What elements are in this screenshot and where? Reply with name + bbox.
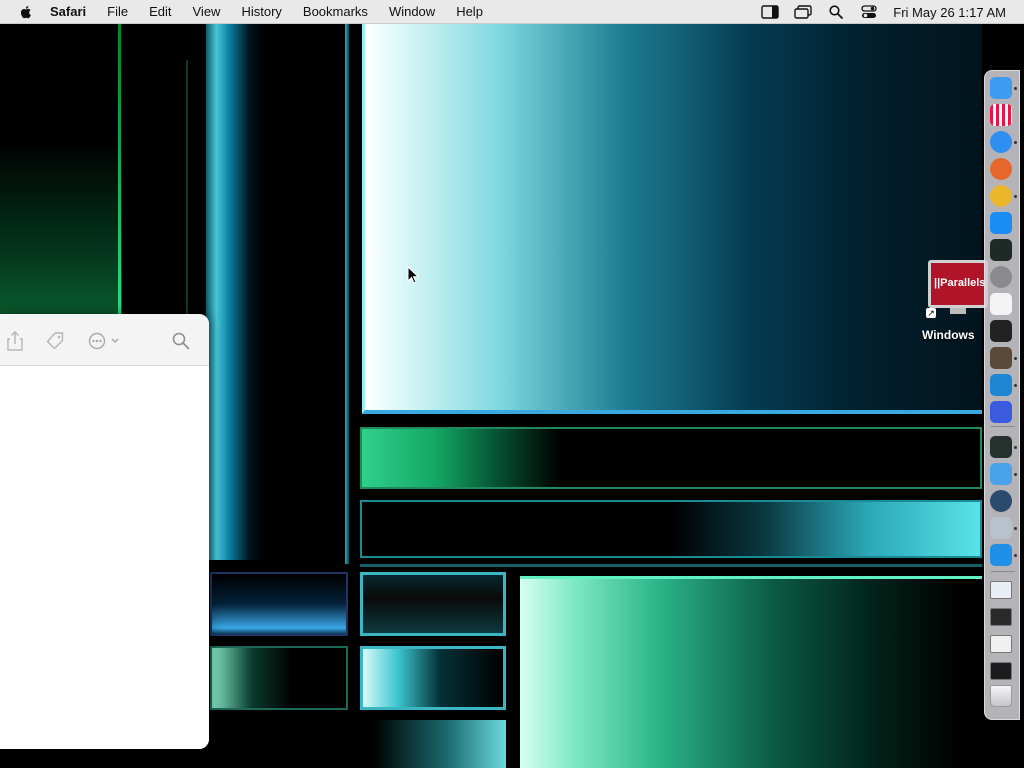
terminal-icon[interactable] [990, 320, 1012, 342]
minimized-window-icon[interactable] [990, 581, 1012, 599]
textedit-icon[interactable] [990, 293, 1012, 315]
running-indicator [1014, 87, 1017, 90]
wallpaper-panel [210, 646, 348, 710]
running-indicator [1014, 195, 1017, 198]
dock-separator [991, 571, 1015, 572]
wallpaper-panel [360, 572, 506, 636]
mouse-cursor-icon [407, 266, 419, 284]
desktop-icon-label[interactable]: Windows [922, 328, 984, 342]
minimized-window-icon[interactable] [990, 635, 1012, 653]
trash-icon[interactable] [990, 685, 1012, 707]
running-indicator [1014, 446, 1017, 449]
parallels-icon[interactable] [990, 463, 1012, 485]
running-indicator [1014, 384, 1017, 387]
monitor-graph-icon[interactable] [990, 436, 1012, 458]
script-editor-icon[interactable] [990, 517, 1012, 539]
running-indicator [1014, 357, 1017, 360]
finder-icon[interactable] [990, 77, 1012, 99]
safari-content-area[interactable] [0, 366, 209, 749]
running-indicator [1014, 527, 1017, 530]
firefox-icon[interactable] [990, 158, 1012, 180]
menu-view[interactable]: View [193, 4, 221, 19]
alias-arrow-icon: ↗ [926, 308, 936, 318]
menu-bar: Safari File Edit View History Bookmarks … [0, 0, 1024, 24]
wallpaper-line [118, 24, 121, 314]
wallpaper-panel [360, 500, 982, 558]
menu-edit[interactable]: Edit [149, 4, 171, 19]
wallpaper-panel [210, 720, 506, 768]
minimized-window-icon[interactable] [990, 608, 1012, 626]
wallpaper-line [186, 60, 188, 314]
vscode-icon[interactable] [990, 374, 1012, 396]
wallpaper-panel [360, 646, 506, 710]
wallpaper-panel [210, 572, 348, 636]
wallpaper-line [345, 24, 349, 564]
running-indicator [1014, 554, 1017, 557]
share-icon[interactable] [4, 330, 26, 352]
monitor-stand [950, 308, 966, 314]
wallpaper-panel [360, 427, 982, 489]
more-options-icon[interactable] [86, 330, 124, 352]
menu-app-name[interactable]: Safari [50, 4, 86, 19]
menu-window[interactable]: Window [389, 4, 435, 19]
apple-logo-icon[interactable] [18, 4, 34, 20]
wallpaper-line [360, 564, 982, 567]
activity-monitor-icon[interactable] [990, 239, 1012, 261]
screen-mirroring-icon[interactable] [793, 4, 813, 20]
parallels-windows-vm-icon[interactable]: ||Parallels ↗ Windows [922, 258, 988, 346]
spotlight-search-icon[interactable] [826, 4, 846, 20]
windows-icon[interactable] [990, 544, 1012, 566]
wallpaper-panel [0, 24, 122, 314]
instruments-icon[interactable] [990, 347, 1012, 369]
vm-screen-text: ||Parallels [934, 277, 986, 289]
running-indicator [1014, 141, 1017, 144]
wallpaper-panel [520, 576, 982, 768]
menu-file[interactable]: File [107, 4, 128, 19]
menu-bar-clock[interactable]: Fri May 26 1:17 AM [893, 5, 1006, 20]
control-center-icon[interactable] [859, 4, 879, 20]
menu-bookmarks[interactable]: Bookmarks [303, 4, 368, 19]
minimized-window-icon[interactable] [990, 662, 1012, 680]
vm-screen-thumbnail: ||Parallels [928, 260, 988, 308]
menu-help[interactable]: Help [456, 4, 483, 19]
app-store-icon[interactable] [990, 212, 1012, 234]
launchpad-icon[interactable] [990, 104, 1012, 126]
wallpaper-panel [206, 24, 264, 560]
dock-separator [991, 426, 1015, 427]
safari-icon[interactable] [990, 131, 1012, 153]
chrome-icon[interactable] [990, 185, 1012, 207]
menu-history[interactable]: History [241, 4, 281, 19]
tag-icon[interactable] [44, 330, 66, 352]
system-settings-icon[interactable] [990, 266, 1012, 288]
dock [984, 70, 1020, 720]
sidebar-icon[interactable] [760, 4, 780, 20]
safari-window[interactable] [0, 314, 209, 749]
quicktime-icon[interactable] [990, 490, 1012, 512]
simulator-icon[interactable] [990, 401, 1012, 423]
search-icon[interactable] [170, 330, 192, 352]
safari-toolbar [0, 314, 209, 366]
running-indicator [1014, 473, 1017, 476]
wallpaper-panel [362, 24, 982, 414]
